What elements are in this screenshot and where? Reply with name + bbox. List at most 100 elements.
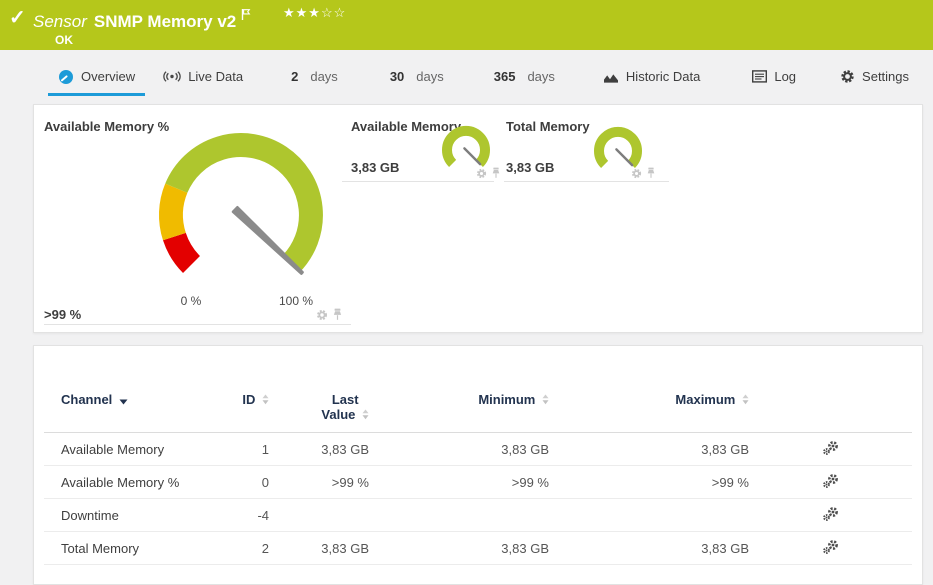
channel-minimum: 3,83 GB — [369, 433, 549, 466]
gauges-panel: Available Memory % 0 % 100 % >99 % Avail… — [33, 104, 923, 333]
column-header-maximum[interactable]: Maximum — [549, 388, 749, 433]
tile-divider — [342, 181, 494, 182]
sort-icon — [542, 394, 549, 405]
tab-30-days-unit: days — [416, 69, 443, 84]
tab-365-days[interactable]: 365 days — [494, 50, 555, 103]
maximum-header-label: Maximum — [675, 392, 735, 407]
total-memory-gauge-tools — [631, 167, 656, 179]
pin-icon[interactable] — [646, 167, 656, 179]
column-header-id[interactable]: ID — [224, 388, 269, 433]
column-header-channel[interactable]: Channel — [44, 388, 224, 433]
channel-last-value: >99 % — [269, 466, 369, 499]
tile-divider — [504, 181, 669, 182]
channel-settings-icon[interactable] — [822, 473, 840, 489]
channel-minimum: 3,83 GB — [369, 532, 549, 565]
stars-empty: ☆☆ — [321, 5, 346, 20]
tab-2-days[interactable]: 2 days — [291, 50, 338, 103]
channel-id: 2 — [224, 532, 269, 565]
sort-icon — [362, 409, 369, 420]
gauge-needle — [464, 148, 480, 164]
channel-last-value: 3,83 GB — [269, 433, 369, 466]
sensor-name: SNMP Memory v2 — [94, 12, 236, 31]
gauge-needle — [616, 149, 632, 165]
channels-table: Channel ID LastValue Minimum Maximum Ava… — [44, 388, 912, 565]
channel-settings-icon[interactable] — [822, 506, 840, 522]
tab-2-days-unit: days — [310, 69, 337, 84]
sort-icon — [742, 394, 749, 405]
tab-30-days[interactable]: 30 days — [390, 50, 444, 103]
status-check-icon: ✓ — [9, 5, 26, 30]
tab-overview[interactable]: Overview — [58, 50, 135, 103]
sort-icon — [262, 394, 269, 405]
main-gauge-min-label: 0 % — [181, 294, 202, 308]
channel-settings-icon[interactable] — [822, 539, 840, 555]
channel-last-value: 3,83 GB — [269, 532, 369, 565]
channel-id: 0 — [224, 466, 269, 499]
tab-settings[interactable]: Settings — [840, 50, 909, 103]
table-header-row: Channel ID LastValue Minimum Maximum — [44, 388, 912, 433]
channel-settings-icon[interactable] — [822, 440, 840, 456]
tab-bar: Overview Live Data 2days 30days 365days … — [0, 50, 933, 103]
column-header-minimum[interactable]: Minimum — [369, 388, 549, 433]
channel-maximum: >99 % — [549, 466, 749, 499]
tile-divider — [44, 324, 351, 325]
total-memory-gauge-title: Total Memory — [506, 119, 590, 134]
tab-live-data[interactable]: Live Data — [163, 50, 243, 103]
sensor-status-header: ✓ Sensor SNMP Memory v2 ★★★☆☆ OK — [0, 0, 933, 50]
channel-maximum: 3,83 GB — [549, 433, 749, 466]
tab-historic-data-label: Historic Data — [626, 69, 700, 84]
main-gauge-max-label: 100 % — [279, 294, 313, 308]
sensor-type-label: Sensor — [33, 12, 87, 31]
channel-minimum: >99 % — [369, 466, 549, 499]
channel-id: -4 — [224, 499, 269, 532]
log-list-icon — [752, 70, 767, 83]
last-value-header-line1: Last — [332, 392, 359, 407]
gauge-icon — [58, 69, 74, 85]
gear-icon[interactable] — [631, 168, 642, 179]
flag-icon[interactable] — [241, 6, 251, 25]
channel-name[interactable]: Total Memory — [44, 532, 224, 565]
table-row: Downtime -4 — [44, 499, 912, 532]
available-memory-gauge-value: 3,83 GB — [351, 160, 399, 175]
tab-settings-label: Settings — [862, 69, 909, 84]
last-value-header-line2: Value — [321, 407, 355, 422]
channel-last-value — [269, 499, 369, 532]
stars-filled: ★★★ — [283, 5, 321, 20]
channels-panel: Channel ID LastValue Minimum Maximum Ava… — [33, 345, 923, 585]
main-gauge — [146, 123, 336, 293]
channel-name[interactable]: Available Memory — [44, 433, 224, 466]
channel-id: 1 — [224, 433, 269, 466]
channel-name[interactable]: Available Memory % — [44, 466, 224, 499]
table-row: Available Memory % 0 >99 % >99 % >99 % — [44, 466, 912, 499]
channel-header-label: Channel — [61, 392, 112, 407]
channel-minimum — [369, 499, 549, 532]
tab-365-days-unit: days — [527, 69, 554, 84]
tab-historic-data[interactable]: Historic Data — [603, 50, 700, 103]
gear-icon[interactable] — [316, 309, 328, 321]
gauge-needle — [233, 207, 303, 274]
tab-30-days-number: 30 — [390, 69, 404, 84]
gear-icon[interactable] — [476, 168, 487, 179]
column-header-actions — [749, 388, 912, 433]
minimum-header-label: Minimum — [478, 392, 535, 407]
id-header-label: ID — [242, 392, 255, 407]
table-row: Total Memory 2 3,83 GB 3,83 GB 3,83 GB — [44, 532, 912, 565]
priority-stars[interactable]: ★★★☆☆ — [283, 5, 346, 21]
gear-icon — [840, 69, 855, 84]
status-badge: OK — [55, 33, 73, 47]
available-memory-gauge-tools — [476, 167, 501, 179]
tab-overview-label: Overview — [81, 69, 135, 84]
pin-icon[interactable] — [491, 167, 501, 179]
column-header-last-value[interactable]: LastValue — [269, 388, 369, 433]
tab-live-data-label: Live Data — [188, 69, 243, 84]
channel-name[interactable]: Downtime — [44, 499, 224, 532]
pin-icon[interactable] — [332, 308, 343, 321]
sort-desc-icon — [119, 399, 128, 405]
tab-log[interactable]: Log — [752, 50, 796, 103]
channel-maximum — [549, 499, 749, 532]
channel-maximum: 3,83 GB — [549, 532, 749, 565]
sensor-title: Sensor SNMP Memory v2 — [33, 6, 251, 32]
tab-365-days-number: 365 — [494, 69, 516, 84]
live-data-icon — [163, 69, 181, 84]
tab-2-days-number: 2 — [291, 69, 298, 84]
